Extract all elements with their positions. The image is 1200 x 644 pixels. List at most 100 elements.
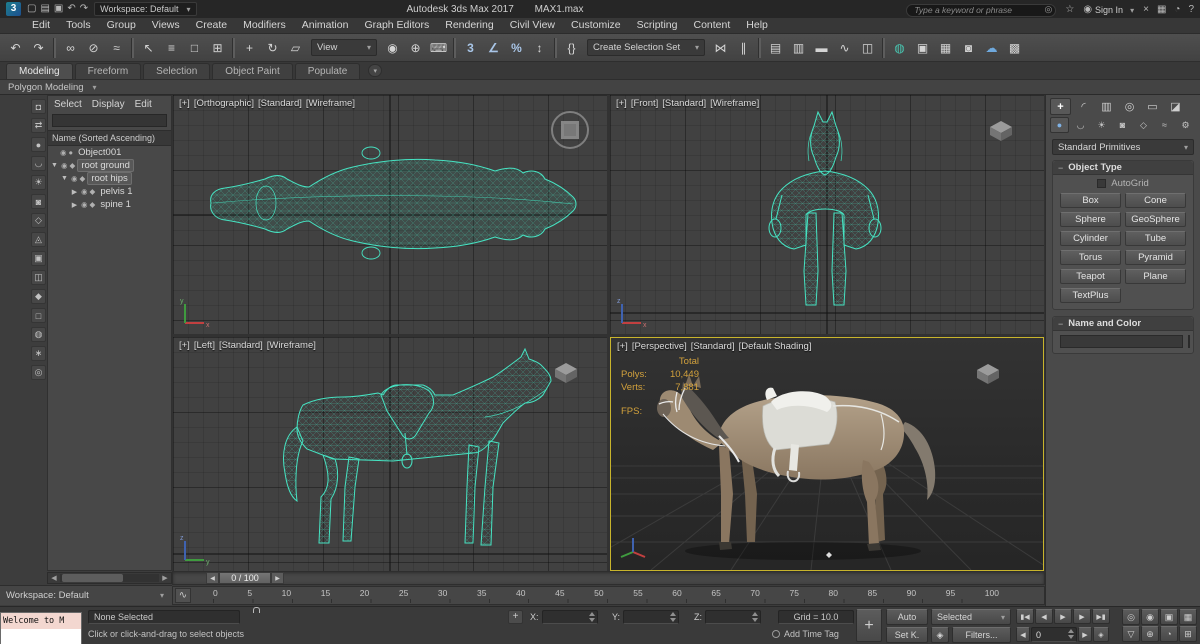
curve-editor-icon[interactable]: ∿ [833, 37, 856, 59]
display-tab-icon[interactable]: ▭ [1142, 98, 1163, 115]
tree-item-label[interactable]: Object001 [75, 147, 124, 158]
toggle-layer-explorer-icon[interactable]: ▥ [787, 37, 810, 59]
create-selection-set-dropdown[interactable]: Create Selection Set ▾ [587, 39, 705, 56]
menu-item[interactable]: Scripting [629, 18, 686, 33]
expand-icon[interactable]: ▶ [70, 201, 79, 209]
spinner-icon[interactable] [669, 612, 677, 622]
viewport-left[interactable]: [+] [Left] [Standard] [Wireframe] y z [173, 337, 607, 571]
menu-item[interactable]: Graph Editors [356, 18, 437, 33]
key-filters-icon[interactable]: ◈ [931, 627, 949, 643]
filter-xrefs-icon[interactable]: ◫ [31, 270, 46, 285]
object-type-button[interactable]: Sphere [1060, 212, 1121, 227]
next-frame-icon[interactable]: ▶ [271, 572, 284, 584]
tree-item-spine-1[interactable]: ▶ ◉ ◆ spine 1 [48, 198, 171, 211]
auto-key-button[interactable]: Auto [886, 609, 928, 625]
render-in-cloud-icon[interactable]: ☁ [980, 37, 1003, 59]
orbit-icon[interactable]: ◔ [1160, 626, 1178, 642]
select-and-manipulate-icon[interactable]: ⊕ [404, 37, 427, 59]
shapes-category-icon[interactable]: ◡ [1071, 117, 1090, 133]
sign-in-button[interactable]: ◉ Sign In ▾ [1083, 2, 1134, 18]
redo-icon[interactable]: ↷ [27, 37, 50, 59]
open-file-icon[interactable]: ▤ [40, 1, 49, 17]
toolbar-separator[interactable] [554, 37, 557, 58]
undo-icon[interactable]: ↶ [4, 37, 27, 59]
object-color-swatch[interactable] [1188, 335, 1190, 348]
3ds-max-logo-icon[interactable]: 3 [6, 2, 21, 16]
viewport-shading-menu[interactable]: [Wireframe] [306, 98, 355, 109]
reference-coordinate-dropdown[interactable]: View ▾ [311, 39, 377, 56]
maximize-viewport-toggle-icon[interactable]: ⊞ [1179, 626, 1197, 642]
menu-item[interactable]: Group [99, 18, 144, 33]
menu-item[interactable]: Help [738, 18, 776, 33]
expand-icon[interactable]: ▼ [60, 175, 69, 182]
viewport-standard-menu[interactable]: [Standard] [219, 340, 263, 351]
filter-helpers-icon[interactable]: ◇ [31, 213, 46, 228]
tree-item-pelvis-1[interactable]: ▶ ◉ ◆ pelvis 1 [48, 185, 171, 198]
hierarchy-tab-icon[interactable]: ▥ [1096, 98, 1117, 115]
workspace-dropdown[interactable]: Workspace: Default ▾ [94, 2, 197, 16]
visibility-icon[interactable]: ◉ [60, 148, 67, 157]
ribbon-options-icon[interactable]: ▾ [368, 64, 383, 77]
filter-containers-icon[interactable]: □ [31, 308, 46, 323]
zoom-icon[interactable]: ◎ [1122, 609, 1140, 625]
menu-item[interactable]: Rendering [437, 18, 501, 33]
angle-snap-icon[interactable]: ∠ [482, 37, 505, 59]
spinner-icon[interactable] [1067, 629, 1075, 639]
create-tab-icon[interactable]: + [1050, 98, 1071, 115]
mirror-icon[interactable]: ⋈ [709, 37, 732, 59]
object-type-button[interactable]: Cone [1125, 193, 1186, 208]
time-slider-value[interactable]: 0 / 100 [219, 572, 271, 584]
material-editor-icon[interactable]: ◍ [888, 37, 911, 59]
scrollbar-thumb[interactable] [62, 574, 124, 582]
ribbon-tab[interactable]: Populate [294, 63, 361, 79]
viewport-shading-menu[interactable]: [Wireframe] [267, 340, 316, 351]
view-cube[interactable] [547, 107, 593, 153]
autogrid-checkbox[interactable] [1097, 179, 1107, 188]
wireframe-horse-front-view[interactable] [610, 95, 1044, 334]
menu-item[interactable]: Tools [58, 18, 99, 33]
spinner-snap-icon[interactable]: ↕ [528, 37, 551, 59]
scroll-right-icon[interactable]: ▶ [159, 574, 171, 582]
object-type-button[interactable]: Teapot [1060, 269, 1121, 284]
spinner-icon[interactable] [751, 612, 759, 622]
explorer-search-input[interactable] [52, 114, 167, 127]
next-key-button[interactable]: ▶ [1073, 609, 1091, 624]
help-icon[interactable]: ? [1188, 2, 1194, 18]
schematic-view-icon[interactable]: ◫ [856, 37, 879, 59]
zoom-extents-all-icon[interactable]: ▦ [1179, 609, 1197, 625]
toolbar-separator[interactable] [453, 37, 456, 58]
explorer-column-header[interactable]: Name (Sorted Ascending) [48, 130, 171, 146]
tree-item-label[interactable]: spine 1 [97, 199, 134, 210]
menu-item[interactable]: Animation [294, 18, 357, 33]
polygon-modeling-panel[interactable]: Polygon Modeling [8, 82, 84, 93]
favorites-star-icon[interactable]: ☆ [1065, 2, 1074, 18]
viewport-standard-menu[interactable]: [Standard] [258, 98, 302, 109]
viewport-perspective-active[interactable]: [+] [Perspective] [Standard] [Default Sh… [610, 337, 1044, 571]
filter-geometry-icon[interactable]: ● [31, 137, 46, 152]
viewport-pov-menu[interactable]: [Orthographic] [194, 98, 254, 109]
wireframe-horse-top-view[interactable] [173, 95, 607, 334]
helpers-category-icon[interactable]: ◇ [1134, 117, 1153, 133]
filter-particles-icon[interactable]: ∗ [31, 346, 46, 361]
tree-item-root-hips[interactable]: ▼ ◉ ◆ root hips [48, 172, 171, 185]
key-mode-toggle-icon[interactable]: ◈ [1093, 627, 1109, 642]
zoom-all-icon[interactable]: ◉ [1141, 609, 1159, 625]
snaps-toggle-icon[interactable]: 3 [459, 37, 482, 59]
object-type-button[interactable]: Pyramid [1125, 250, 1186, 265]
menu-item[interactable]: Content [685, 18, 738, 33]
ribbon-tab[interactable]: Object Paint [212, 63, 293, 79]
expand-icon[interactable]: ▼ [50, 162, 59, 169]
object-type-button[interactable]: TextPlus [1060, 288, 1121, 303]
goto-start-button[interactable]: ▮◀ [1016, 609, 1034, 624]
key-selection-set-dropdown[interactable]: Selected ▾ [931, 609, 1011, 625]
viewport-orthographic[interactable]: [+] [Orthographic] [Standard] [Wireframe… [173, 95, 607, 334]
edit-named-selection-sets-icon[interactable]: {} [560, 37, 583, 59]
filter-cameras-icon[interactable]: ◙ [31, 194, 46, 209]
search-icon[interactable]: ◎ [1044, 4, 1052, 15]
wireframe-horse-side-view[interactable] [173, 337, 607, 571]
viewport-standard-menu[interactable]: [Standard] [662, 98, 706, 109]
sync-selection-icon[interactable]: ⇄ [31, 118, 46, 133]
pan-view-icon[interactable]: ⊕ [1141, 626, 1159, 642]
lock-cell-editing-icon[interactable]: ◘ [31, 99, 46, 114]
field-of-view-icon[interactable]: ▽ [1122, 626, 1140, 642]
